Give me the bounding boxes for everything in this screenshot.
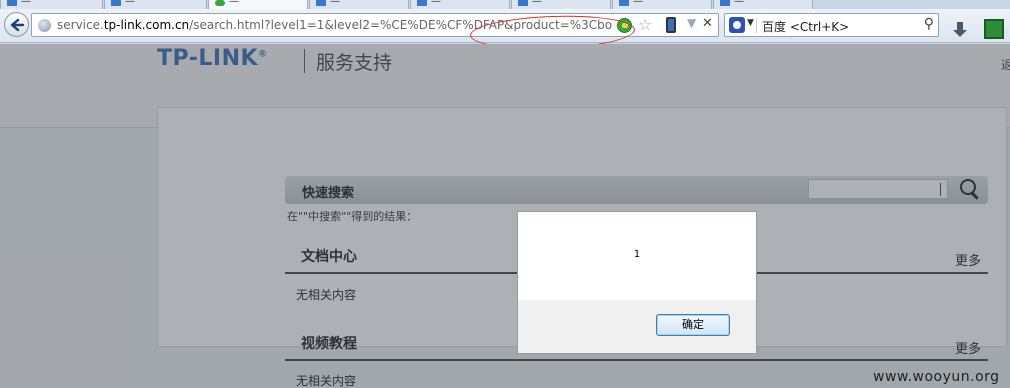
search-bar[interactable]: ▼ 百度 <Ctrl+K> ⚲ [724, 13, 939, 37]
browser-tab[interactable]: — [410, 0, 510, 9]
navigation-toolbar: service.tp-link.com.cn/search.html?level… [0, 9, 1010, 43]
back-button[interactable] [4, 12, 29, 37]
page-favicon-icon [518, 0, 528, 6]
browser-tab[interactable]: — [309, 0, 409, 9]
browser-tab[interactable]: — [0, 0, 103, 9]
tab-label: — [734, 0, 744, 7]
tab-label: — [633, 0, 643, 7]
alert-message: 1 [633, 249, 641, 260]
url-host: tp-link.com.cn [103, 18, 190, 32]
page-favicon-icon [720, 0, 730, 6]
url-prefix: service. [57, 18, 104, 32]
globe-icon [38, 19, 51, 32]
divider [756, 18, 757, 33]
magnifier-icon[interactable]: ⚲ [924, 16, 934, 32]
dropdown-triangle-icon[interactable]: ▼ [687, 16, 696, 30]
tab-label: — [229, 0, 239, 7]
tab-label: — [431, 0, 441, 7]
address-bar[interactable]: service.tp-link.com.cn/search.html?level… [31, 13, 719, 37]
browser-tab[interactable]: — [612, 0, 712, 9]
browser-tab[interactable]: — [511, 0, 611, 9]
tab-label: — [532, 0, 542, 7]
go-icon[interactable] [617, 18, 632, 33]
page-favicon-icon [215, 0, 225, 6]
modal-backdrop [0, 44, 1010, 388]
dialog-body: 1 [518, 212, 756, 300]
page-favicon-icon [111, 0, 121, 6]
browser-tab-active[interactable]: — [208, 0, 308, 9]
page-favicon-icon [619, 0, 629, 6]
page-favicon-icon [316, 0, 326, 6]
phone-icon[interactable] [666, 17, 676, 33]
url-path: /search.html?level1=1&level2=%CE%DE%CF%D… [189, 18, 612, 32]
close-icon[interactable]: ✕ [702, 16, 713, 31]
url-field[interactable]: service.tp-link.com.cn/search.html?level… [57, 18, 612, 32]
star-icon[interactable]: ☆ [638, 15, 652, 34]
browser-tab[interactable]: — [713, 0, 813, 9]
tab-label: — [125, 0, 135, 7]
ok-button[interactable]: 确定 [656, 314, 730, 336]
search-input[interactable]: 百度 <Ctrl+K> [762, 18, 849, 35]
addon-icon[interactable] [984, 19, 1004, 39]
baidu-paw-icon[interactable] [729, 17, 745, 33]
back-arrow-icon [10, 18, 25, 32]
page-favicon-icon [417, 0, 427, 6]
browser-tab[interactable]: — [104, 0, 207, 9]
chevron-down-icon[interactable]: ▼ [747, 18, 754, 28]
tab-label: — [330, 0, 340, 7]
page-favicon-icon [7, 0, 17, 6]
watermark: www.wooyun.org [873, 369, 1000, 385]
download-arrow-icon[interactable] [952, 21, 968, 39]
tab-label: — [21, 0, 31, 7]
tab-strip: — — — — — — — — [0, 0, 1010, 9]
alert-dialog: 1 确定 [517, 211, 757, 354]
